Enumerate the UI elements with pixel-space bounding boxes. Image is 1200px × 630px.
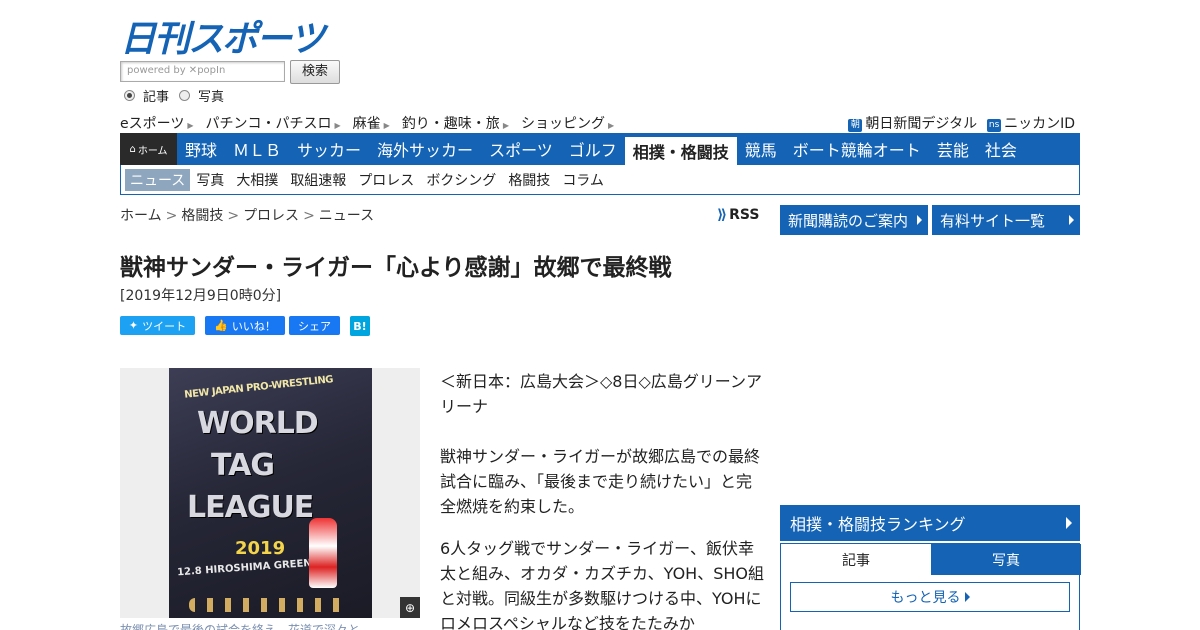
nav-home[interactable]: ⌂ ホーム [120, 133, 177, 165]
arrow-right-icon [1066, 517, 1072, 529]
article-photo[interactable]: NEW JAPAN PRO-WRESTLING WORLD TAG LEAGUE… [120, 368, 420, 618]
radio-photo[interactable] [179, 90, 191, 101]
nav-horse-racing[interactable]: 競馬 [737, 133, 785, 165]
arrow-icon: ▶ [187, 121, 194, 130]
nav-society[interactable]: 社会 [977, 133, 1025, 165]
tweet-button[interactable]: ✦ ツイート [120, 316, 195, 335]
subnav-news[interactable]: ニュース [125, 168, 191, 191]
arrow-icon: ▶ [607, 121, 615, 130]
arrow-icon: ▶ [502, 121, 509, 130]
site-logo[interactable]: 日刊スポーツ [120, 10, 325, 62]
subnav-bout-results[interactable]: 取組速報 [284, 170, 352, 190]
search-input[interactable]: powered by ✕popIn [120, 61, 285, 82]
article-paragraph: 6人タッグ戦でサンダー・ライガー、飯伏幸太と組み、オカダ・カズチカ、YOH、SH… [440, 539, 764, 630]
breadcrumb: ホーム > 格闘技 > プロレス > ニュース [120, 208, 375, 224]
like-button[interactable]: 👍 いいね！ [205, 316, 285, 335]
sub-link-fishing[interactable]: 釣り・趣味・旅 ▶ [402, 113, 509, 133]
sub-link-mahjong[interactable]: 麻雀 ▶ [353, 113, 390, 133]
breadcrumb-martial-arts[interactable]: 格闘技 [181, 208, 223, 224]
photo-image: NEW JAPAN PRO-WRESTLING WORLD TAG LEAGUE… [169, 368, 372, 618]
asahi-icon: 朝 [848, 119, 863, 132]
nav-overseas-soccer[interactable]: 海外サッカー [369, 133, 481, 165]
photo-text-venue: 12.8 HIROSHIMA GREEN AR [176, 556, 331, 579]
nav-golf[interactable]: ゴルフ [561, 133, 625, 165]
nikkan-id-link[interactable]: ns ニッカンID [987, 113, 1075, 133]
search-type-options: 記事 写真 [124, 86, 224, 105]
arrow-icon: ▶ [383, 121, 390, 130]
ranking-tab-articles[interactable]: 記事 [781, 544, 931, 575]
radio-article-label: 記事 [143, 90, 170, 105]
photo-text-tag: TAG [211, 448, 275, 483]
radio-photo-label: 写真 [198, 90, 225, 105]
twitter-icon: ✦ [128, 319, 139, 332]
rss-icon: ⟫ [717, 207, 728, 223]
paid-sites-button[interactable]: 有料サイト一覧 [932, 205, 1080, 235]
arrow-icon: ▶ [334, 121, 341, 130]
photo-text-world: WORLD [197, 406, 319, 441]
ranking-tab-photos[interactable]: 写真 [931, 544, 1081, 575]
sub-links: eスポーツ ▶ パチンコ・パチスロ ▶ 麻雀 ▶ 釣り・趣味・旅 ▶ ショッピング ▶ [120, 113, 614, 133]
nav-sumo-fighting[interactable]: 相撲・格闘技 [624, 137, 737, 165]
breadcrumb-home[interactable]: ホーム [120, 208, 162, 224]
hatena-bookmark-button[interactable]: B! [350, 316, 370, 336]
article-paragraph: 獣神サンダー・ライガーが故郷広島での最終試合に臨み、「最後まで走り続けたい」と完… [440, 447, 761, 516]
sub-link-pachinko[interactable]: パチンコ・パチスロ ▶ [206, 113, 341, 133]
account-links: 朝朝日新聞デジタル ns ニッカンID [848, 113, 1075, 133]
arrow-right-icon [1069, 215, 1074, 225]
nav-mlb[interactable]: ＭＬＢ [225, 133, 289, 165]
nav-baseball[interactable]: 野球 [177, 133, 225, 165]
radio-article[interactable] [124, 90, 135, 101]
subnav-pro-wrestling[interactable]: プロレス [352, 170, 420, 190]
sub-nav: ニュース 写真 大相撲 取組速報 プロレス ボクシング 格闘技 コラム [120, 165, 1080, 195]
nav-boat-keirin-auto[interactable]: ボート競輪オート [785, 133, 929, 165]
breadcrumb-news: ニュース [318, 208, 375, 224]
sub-link-shopping[interactable]: ショッピング ▶ [521, 113, 614, 133]
nav-entertainment[interactable]: 芸能 [929, 133, 977, 165]
more-button[interactable]: もっと見る [790, 582, 1070, 612]
subnav-sumo[interactable]: 大相撲 [230, 170, 284, 190]
subnav-photos[interactable]: 写真 [190, 170, 230, 190]
search-button[interactable]: 検索 [290, 60, 340, 84]
photo-text-banner: NEW JAPAN PRO-WRESTLING [183, 374, 334, 401]
stage-lights [189, 598, 349, 612]
breadcrumb-pro-wrestling[interactable]: プロレス [243, 208, 299, 224]
subnav-boxing[interactable]: ボクシング [420, 170, 502, 190]
nav-soccer[interactable]: サッカー [289, 133, 369, 165]
wrestler-figure [309, 518, 337, 588]
share-button[interactable]: シェア [289, 316, 340, 335]
zoom-icon[interactable]: ⊕ [400, 597, 420, 618]
photo-text-year: 2019 [235, 538, 286, 559]
photo-caption: 故郷広島で最後の試合を終え、花道で深々と [120, 623, 361, 630]
photo-text-league: LEAGUE [187, 490, 314, 525]
nikkan-id-icon: ns [987, 119, 1002, 132]
main-nav: ⌂ ホーム 野球 ＭＬＢ サッカー 海外サッカー スポーツ ゴルフ 相撲・格闘技 … [120, 133, 1080, 165]
rss-link[interactable]: ⟫ RSS [717, 207, 759, 223]
arrow-right-icon [964, 592, 970, 602]
ranking-header[interactable]: 相撲・格闘技ランキング [780, 505, 1080, 541]
article-title: 獣神サンダー・ライガー「心より感謝」故郷で最終戦 [120, 255, 672, 281]
subnav-martial-arts[interactable]: 格闘技 [502, 170, 556, 190]
ranking-box: 記事 写真 もっと見る [780, 543, 1081, 630]
subscription-info-button[interactable]: 新聞購読のご案内 [780, 205, 928, 235]
article-date: [2019年12月9日0時0分] [120, 288, 282, 304]
arrow-right-icon [917, 215, 922, 225]
thumbs-up-icon: 👍 [214, 319, 228, 332]
sub-link-esports[interactable]: eスポーツ ▶ [120, 113, 194, 133]
asahi-digital-link[interactable]: 朝朝日新聞デジタル [848, 113, 977, 133]
subnav-column[interactable]: コラム [556, 170, 610, 190]
home-icon: ⌂ [129, 143, 136, 155]
nav-sports[interactable]: スポーツ [481, 133, 561, 165]
article-paragraph: ＜新日本：広島大会＞◇8日◇広島グリーンアリーナ [440, 372, 762, 416]
